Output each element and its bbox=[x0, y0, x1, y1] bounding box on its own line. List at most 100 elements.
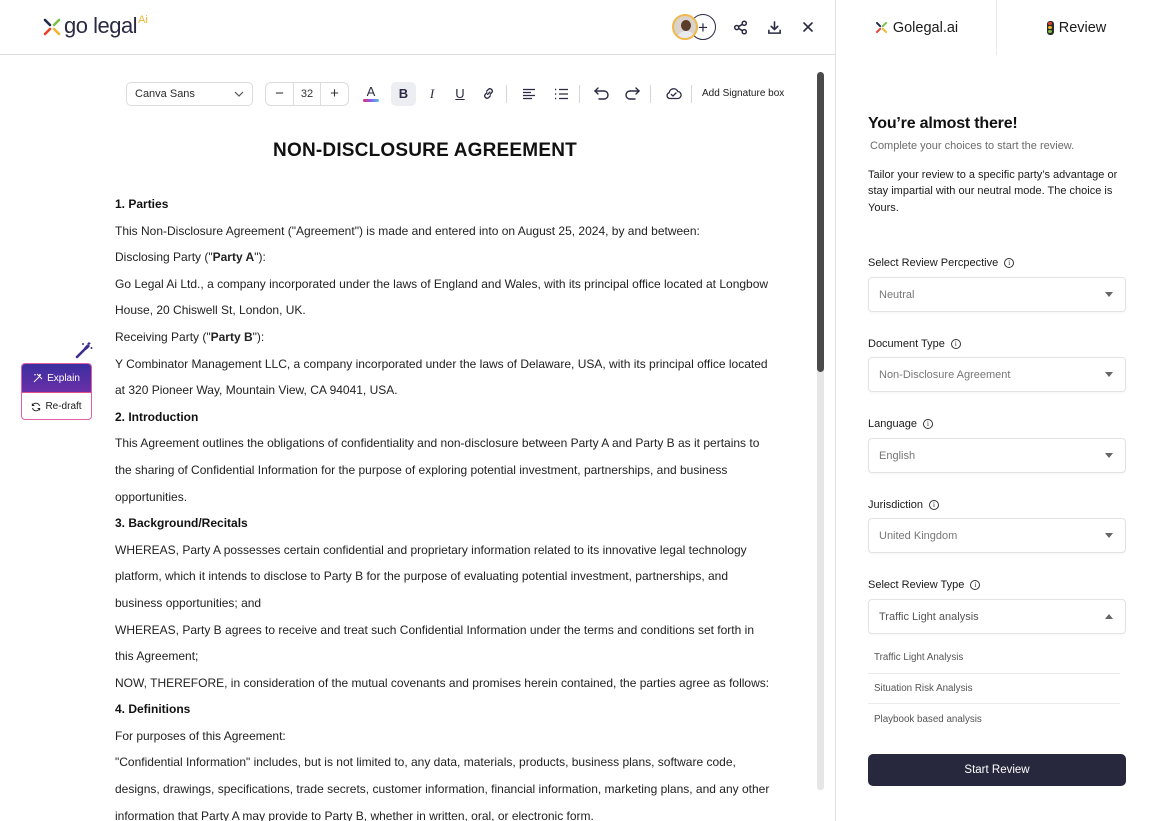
traffic-light-icon bbox=[1046, 20, 1054, 35]
link-button[interactable] bbox=[476, 82, 500, 106]
document-paragraph-line: House, 20 Chiswell St, London, UK. bbox=[115, 303, 306, 318]
review-type-option[interactable]: Situation Risk Analysis bbox=[868, 674, 1120, 704]
tab-golegal[interactable]: Golegal.ai bbox=[837, 0, 997, 55]
magic-wand-icon[interactable] bbox=[75, 341, 93, 359]
tab-review[interactable]: Review bbox=[997, 0, 1156, 55]
document-paragraph-line: This Agreement outlines the obligations … bbox=[115, 436, 760, 451]
golegal-logo-icon bbox=[875, 21, 887, 34]
document-body[interactable]: 1. Parties This Non-Disclosure Agreement … bbox=[115, 191, 795, 821]
underline-button[interactable]: U bbox=[448, 82, 472, 106]
explain-button[interactable]: Explain bbox=[22, 364, 91, 393]
cloud-check-icon bbox=[665, 88, 682, 100]
document-paragraph-line: designs, drawings, specifications, trade… bbox=[115, 782, 770, 797]
jurisdiction-value: United Kingdom bbox=[879, 529, 958, 542]
document-type-value: Non-Disclosure Agreement bbox=[879, 368, 1011, 381]
document-paragraph-line: business opportunities; and bbox=[115, 595, 262, 610]
font-size-stepper: − 32 + bbox=[265, 81, 349, 106]
jurisdiction-label: Jurisdiction i bbox=[868, 499, 940, 511]
document-paragraph-line: Go Legal Ai Ltd., a company incorporated… bbox=[115, 276, 769, 291]
redraft-button[interactable]: Re-draft bbox=[22, 393, 91, 419]
bold-button[interactable]: B bbox=[391, 81, 416, 106]
perspective-label: Select Review Percpective i bbox=[868, 257, 1015, 269]
font-family-select[interactable]: Canva Sans bbox=[126, 81, 253, 106]
font-size-input[interactable]: 32 bbox=[293, 82, 321, 105]
review-type-option[interactable]: Playbook based analysis bbox=[868, 704, 1120, 735]
increase-font-size-button[interactable]: + bbox=[321, 83, 348, 105]
app-logo[interactable]: go legal Ai bbox=[42, 14, 148, 38]
color-swatch-bar bbox=[363, 99, 379, 102]
review-panel: Golegal.ai Review You’re almost there! C… bbox=[837, 0, 1156, 821]
panel-description: Tailor your review to a specific party’s… bbox=[868, 169, 1118, 214]
sparkle-tools-icon bbox=[33, 373, 43, 383]
text-run: Receiving Party (" bbox=[115, 329, 211, 344]
avatar[interactable] bbox=[672, 14, 698, 40]
undo-icon bbox=[594, 87, 609, 100]
info-icon[interactable]: i bbox=[922, 419, 933, 429]
document-paragraph-line: Receiving Party ("Party B"): bbox=[115, 324, 795, 351]
text-color-button[interactable]: A bbox=[359, 82, 383, 106]
bullet-list-button[interactable] bbox=[549, 82, 573, 106]
text-run: Disclosing Party (" bbox=[115, 250, 213, 265]
download-icon bbox=[767, 20, 781, 34]
explain-label: Explain bbox=[47, 372, 80, 384]
caret-down-icon bbox=[1105, 372, 1113, 377]
caret-down-icon bbox=[1105, 453, 1113, 458]
document-paragraph-line: information that Party A may provide to … bbox=[115, 808, 594, 821]
perspective-value: Neutral bbox=[879, 288, 915, 301]
align-left-button[interactable] bbox=[517, 82, 541, 106]
topbar-actions: + bbox=[672, 14, 818, 40]
document-paragraph-line: "Confidential Information" includes, but… bbox=[115, 755, 736, 770]
document-type-label: Document Type i bbox=[868, 338, 961, 350]
align-left-icon bbox=[523, 88, 535, 99]
undo-button[interactable] bbox=[590, 82, 614, 106]
bullet-list-icon bbox=[554, 88, 568, 99]
language-label: Language i bbox=[868, 418, 933, 430]
info-icon[interactable]: i bbox=[929, 500, 940, 510]
info-icon[interactable]: i bbox=[1004, 258, 1015, 268]
share-button[interactable] bbox=[730, 17, 750, 37]
redraft-label: Re-draft bbox=[45, 401, 82, 412]
review-type-label: Select Review Type i bbox=[868, 579, 981, 591]
decrease-font-size-button[interactable]: − bbox=[266, 83, 293, 105]
start-review-button[interactable]: Start Review bbox=[868, 754, 1126, 786]
editor-pane: go legal Ai + Canva Sans − 32 + A B I U … bbox=[0, 0, 836, 821]
document-title: NON-DISCLOSURE AGREEMENT bbox=[273, 140, 577, 161]
close-button[interactable] bbox=[798, 17, 818, 37]
logo-ai-badge: Ai bbox=[138, 14, 148, 26]
text-run: "): bbox=[252, 329, 265, 344]
italic-button[interactable]: I bbox=[420, 82, 444, 106]
jurisdiction-select[interactable]: United Kingdom bbox=[868, 518, 1126, 553]
redo-icon bbox=[625, 87, 640, 100]
review-type-select[interactable]: Traffic Light analysis bbox=[868, 599, 1126, 634]
toolbar-divider bbox=[506, 84, 507, 103]
info-icon[interactable]: i bbox=[950, 339, 961, 349]
review-type-option[interactable]: Traffic Light Analysis bbox=[868, 643, 1120, 674]
cloud-save-button[interactable] bbox=[661, 82, 685, 106]
document-paragraph-line: opportunities. bbox=[115, 489, 188, 504]
add-signature-box-button[interactable]: Add Signature box bbox=[702, 88, 784, 99]
document-section-heading: 2. Introduction bbox=[115, 409, 199, 424]
document-paragraph-line: NOW, THEREFORE, in consideration of the … bbox=[115, 675, 770, 690]
document-section-heading: 3. Background/Recitals bbox=[115, 516, 248, 531]
document-paragraph-line: Disclosing Party ("Party A"): bbox=[115, 244, 795, 271]
review-type-options: Traffic Light Analysis Situation Risk An… bbox=[868, 643, 1120, 735]
language-value: English bbox=[879, 449, 916, 462]
document-paragraph-line: For purposes of this Agreement: bbox=[115, 728, 286, 743]
chevron-down-icon bbox=[234, 91, 244, 97]
language-label-text: Language bbox=[868, 418, 917, 430]
share-icon bbox=[733, 19, 747, 35]
tab-review-label: Review bbox=[1058, 19, 1107, 36]
info-icon[interactable]: i bbox=[970, 580, 981, 590]
perspective-select[interactable]: Neutral bbox=[868, 277, 1126, 312]
document-scrollbar-thumb[interactable] bbox=[817, 72, 824, 372]
document-type-select[interactable]: Non-Disclosure Agreement bbox=[868, 357, 1126, 392]
golegal-logo-icon bbox=[43, 18, 61, 36]
toolbar-divider bbox=[579, 84, 580, 103]
download-button[interactable] bbox=[764, 17, 784, 37]
link-icon bbox=[483, 88, 493, 99]
document-paragraph-line: This Non-Disclosure Agreement ("Agreemen… bbox=[115, 223, 700, 238]
perspective-label-text: Select Review Percpective bbox=[868, 257, 999, 269]
panel-subtitle: Complete your choices to start the revie… bbox=[870, 140, 1075, 152]
redo-button[interactable] bbox=[620, 82, 644, 106]
language-select[interactable]: English bbox=[868, 438, 1126, 473]
